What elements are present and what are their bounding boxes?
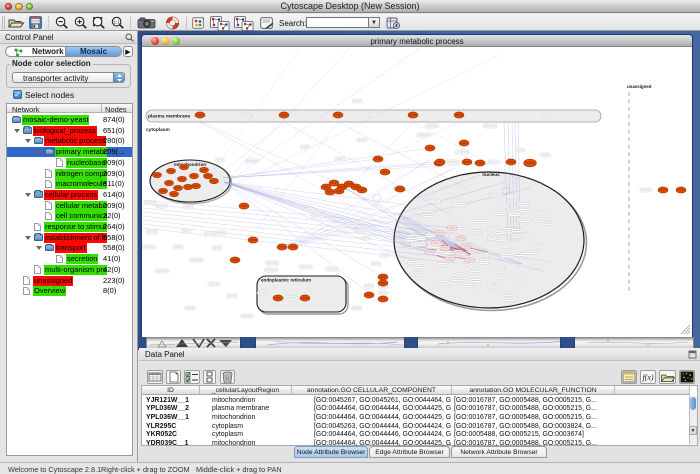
svg-text:1:1: 1:1 (113, 19, 120, 24)
svg-text:endoplasmic reticulum: endoplasmic reticulum (261, 278, 311, 283)
svg-text:nucleus: nucleus (482, 172, 500, 177)
svg-text:mitochondrion: mitochondrion (174, 162, 206, 167)
svg-text:unassigned: unassigned (627, 84, 652, 89)
svg-text:f(x): f(x) (642, 373, 653, 382)
svg-text:cytoplasm: cytoplasm (146, 127, 170, 133)
svg-text:plasma membrane: plasma membrane (148, 114, 190, 120)
